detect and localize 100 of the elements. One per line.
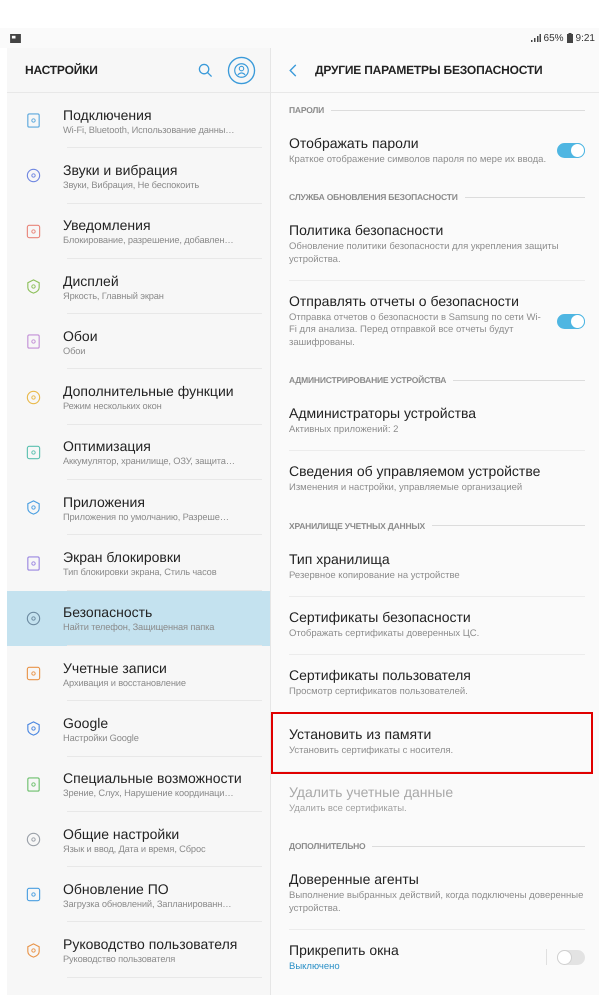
option-title: Отображать пароли — [289, 135, 420, 151]
section-header: ПАРОЛИ — [289, 105, 324, 115]
option-status: Выключено — [289, 961, 341, 972]
option-title: Прикрепить окна — [289, 942, 400, 958]
menu-item-title: Google — [63, 714, 110, 731]
option-description: Резервное копирование на устройстве — [289, 570, 461, 582]
settings-option[interactable]: Доверенные агенты Выполнение выбранных действий, когда подключены доверенные устройства. — [289, 859, 585, 930]
settings-menu-item[interactable]: Дополнительные функции Режим нескольких окон — [7, 369, 270, 425]
menu-item-subtitle: Звуки, Вибрация, Не беспокоить — [63, 180, 200, 190]
settings-option[interactable]: Политика безопасности Обновление политики безопасности для укрепления защиты устройства. — [289, 210, 585, 282]
menu-item-title: Уведомления — [63, 217, 152, 234]
signal-icon — [530, 34, 541, 42]
toggle-switch[interactable] — [557, 950, 585, 965]
option-description: Краткое отображение символов пароля по мере их ввода. — [289, 154, 547, 166]
battery-icon — [566, 33, 573, 43]
settings-menu-item[interactable]: Google Настройки Google — [7, 701, 270, 757]
menu-item-title: Дополнительные функции — [63, 383, 234, 400]
settings-menu-item[interactable]: Обновление ПО Загрузка обновлений, Запланированн… — [7, 867, 270, 922]
settings-menu-item[interactable]: Экран блокировки Тип блокировки экрана, Стиль часов — [7, 535, 270, 591]
account-icon[interactable] — [227, 56, 256, 84]
category-icon — [25, 665, 42, 682]
menu-item-title: Обои — [63, 328, 98, 344]
settings-option[interactable]: Сведения об управляемом устройстве Изменения и настройки, управляемые организацией — [289, 451, 585, 509]
menu-item-title: Обновление ПО — [63, 880, 170, 897]
menu-item-subtitle: Зрение, Слух, Нарушение координаци… — [63, 788, 234, 798]
option-title: Тип хранилища — [289, 550, 391, 567]
toggle-option[interactable]: Отправлять отчеты о безопасности Отправка отчетов о безопасности в Samsung по сети Wi-Fi для анализа. Перед отправкой все отчеты будут зашифрованы. — [289, 281, 585, 364]
option-description: Установить сертификаты с носителя. — [289, 744, 454, 758]
option-description: Обновление политики безопасности для укрепления защиты устройства. — [289, 241, 560, 266]
menu-item-title: Подключения — [63, 106, 153, 123]
settings-menu-item[interactable]: Подключения Wi-Fi, Bluetooth, Использование данны… — [7, 93, 270, 148]
settings-menu-item[interactable]: Учетные записи Архивация и восстановление — [7, 646, 270, 702]
toggle-switch[interactable] — [557, 314, 585, 329]
menu-item-title: Приложения — [63, 494, 146, 510]
menu-item-subtitle: Руководство пользователя — [63, 954, 176, 964]
toggle-option[interactable]: Отображать пароли Краткое отображение символов пароля по мере их ввода. — [289, 123, 585, 180]
section-header: ХРАНИЛИЩЕ УЧЕТНЫХ ДАННЫХ — [289, 520, 426, 531]
menu-item-subtitle: Wi-Fi, Bluetooth, Использование данны… — [63, 124, 234, 135]
option-title: Удалить учетные данные — [289, 784, 454, 800]
menu-item-title: Безопасность — [63, 604, 154, 620]
menu-item-title: Звуки и вибрация — [63, 162, 178, 178]
settings-menu-item[interactable]: Общие настройки Язык и ввод, Дата и время, Сброс — [7, 812, 270, 868]
settings-menu-item[interactable]: Дисплей Яркость, Главный экран — [7, 258, 270, 314]
menu-item-subtitle: Обои — [63, 346, 86, 356]
category-icon — [25, 167, 42, 184]
settings-menu-item[interactable]: Специальные возможности Зрение, Слух, Нарушение координаци… — [7, 756, 270, 812]
menu-item-subtitle: Яркость, Главный экран — [63, 290, 164, 301]
settings-menu-item[interactable]: Безопасность Найти телефон, Защищенная папка — [7, 590, 270, 646]
section-header: СЛУЖБА ОБНОВЛЕНИЯ БЕЗОПАСНОСТИ — [289, 192, 458, 202]
option-title: Сведения об управляемом устройстве — [289, 463, 542, 480]
settings-menu-item[interactable]: Оптимизация Аккумулятор, хранилище, ОЗУ, защита… — [7, 424, 270, 480]
option-title: Отправлять отчеты о безопасности — [289, 293, 520, 310]
menu-item-subtitle: Настройки Google — [63, 732, 139, 743]
option-title: Политика безопасности — [289, 222, 444, 238]
settings-menu-item[interactable]: Обои Обои — [7, 314, 270, 370]
menu-item-subtitle: Загрузка обновлений, Запланированн… — [63, 898, 232, 909]
category-icon — [25, 444, 42, 461]
toggle-switch[interactable] — [557, 143, 585, 158]
category-icon — [25, 388, 42, 406]
category-icon — [25, 886, 42, 904]
menu-item-subtitle: Аккумулятор, хранилище, ОЗУ, защита… — [63, 456, 235, 466]
option-description: Удалить все сертификаты. — [289, 803, 408, 816]
settings-menu-item[interactable]: Руководство пользователя Руководство пользователя — [7, 922, 270, 978]
option-description: Отображать сертификаты доверенных ЦС. — [289, 628, 480, 640]
category-icon — [25, 831, 42, 848]
category-icon — [25, 278, 42, 296]
option-title: Сертификаты безопасности — [289, 609, 472, 626]
category-icon — [25, 720, 42, 738]
menu-item-subtitle: Архивация и восстановление — [63, 678, 186, 688]
settings-menu-item[interactable]: Приложения Приложения по умолчанию, Разреше… — [7, 480, 270, 536]
toggle-option[interactable]: Прикрепить окна Выключено — [289, 930, 585, 986]
page-title: ДРУГИЕ ПАРАМЕТРЫ БЕЗОПАСНОСТИ — [315, 63, 542, 77]
settings-option[interactable]: Установить из памяти Установить сертификаты с носителя. — [273, 714, 591, 772]
category-icon — [25, 554, 42, 572]
search-icon[interactable] — [198, 62, 213, 78]
menu-item-subtitle: Приложения по умолчанию, Разреше… — [63, 512, 229, 522]
option-description: Активных приложений: 2 — [289, 424, 400, 436]
menu-item-subtitle: Блокирование, разрешение, добавлен… — [63, 235, 234, 246]
option-title: Доверенные агенты — [289, 871, 420, 888]
menu-item-subtitle: Найти телефон, Защищенная папка — [63, 622, 214, 632]
settings-option[interactable]: Сертификаты пользователя Просмотр сертификатов пользователей. — [289, 655, 585, 714]
menu-item-title: Дисплей — [63, 272, 120, 289]
back-icon[interactable] — [289, 64, 297, 76]
menu-item-title: Общие настройки — [63, 826, 180, 842]
menu-item-subtitle: Язык и ввод, Дата и время, Сброс — [63, 844, 206, 854]
category-icon — [25, 610, 42, 627]
section-header: АДМИНИСТРИРОВАНИЕ УСТРОЙСТВА — [289, 375, 446, 386]
clock-time: 9:21 — [576, 32, 595, 44]
option-description: Отправка отчетов о безопасности в Samsung по сети Wi-Fi для анализа. Перед отправкой все отчеты будут зашифрованы. — [289, 312, 542, 350]
menu-item-title: Руководство пользователя — [63, 936, 238, 952]
settings-option[interactable]: Тип хранилища Резервное копирование на устройстве — [289, 538, 585, 598]
settings-title: НАСТРОЙКИ — [25, 63, 99, 77]
category-icon — [25, 776, 42, 793]
option-title: Администраторы устройства — [289, 405, 478, 422]
settings-option[interactable]: Администраторы устройства Активных приложений: 2 — [289, 393, 585, 452]
settings-menu-item[interactable]: Уведомления Блокирование, разрешение, добавлен… — [7, 204, 270, 259]
option-description: Изменения и настройки, управляемые организацией — [289, 482, 524, 495]
settings-option[interactable]: Сертификаты безопасности Отображать сертификаты доверенных ЦС. — [289, 597, 585, 656]
menu-item-title: Специальные возможности — [63, 770, 242, 786]
settings-menu-item[interactable]: Звуки и вибрация Звуки, Вибрация, Не беспокоить — [7, 148, 270, 204]
